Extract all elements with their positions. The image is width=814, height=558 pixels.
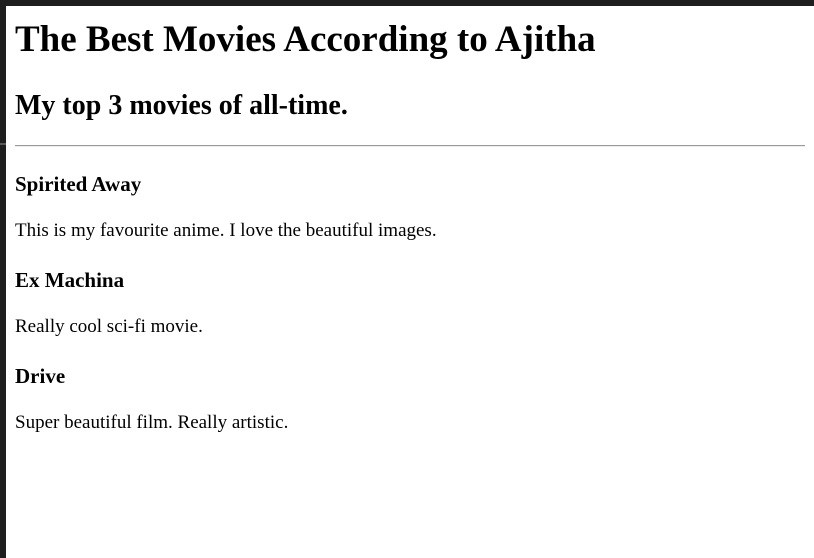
movie-title: Spirited Away: [15, 172, 142, 196]
page-content: The Best Movies According to Ajitha My t…: [15, 6, 805, 434]
page-subtitle: My top 3 movies of all-time.: [15, 90, 348, 121]
divider: [15, 145, 805, 147]
movie-description: Super beautiful film. Really artistic.: [15, 412, 289, 433]
movie-description: This is my favourite anime. I love the b…: [15, 220, 437, 241]
movie-title: Drive: [15, 364, 66, 388]
window-edge-marker: [0, 143, 6, 145]
page-title: The Best Movies According to Ajitha: [15, 19, 596, 60]
movie-title: Ex Machina: [15, 268, 125, 292]
window-left-edge: [0, 0, 6, 558]
browser-viewport: The Best Movies According to Ajitha My t…: [0, 0, 814, 558]
movie-description: Really cool sci-fi movie.: [15, 316, 203, 337]
movie-list: Spirited Away This is my favourite anime…: [15, 172, 805, 434]
